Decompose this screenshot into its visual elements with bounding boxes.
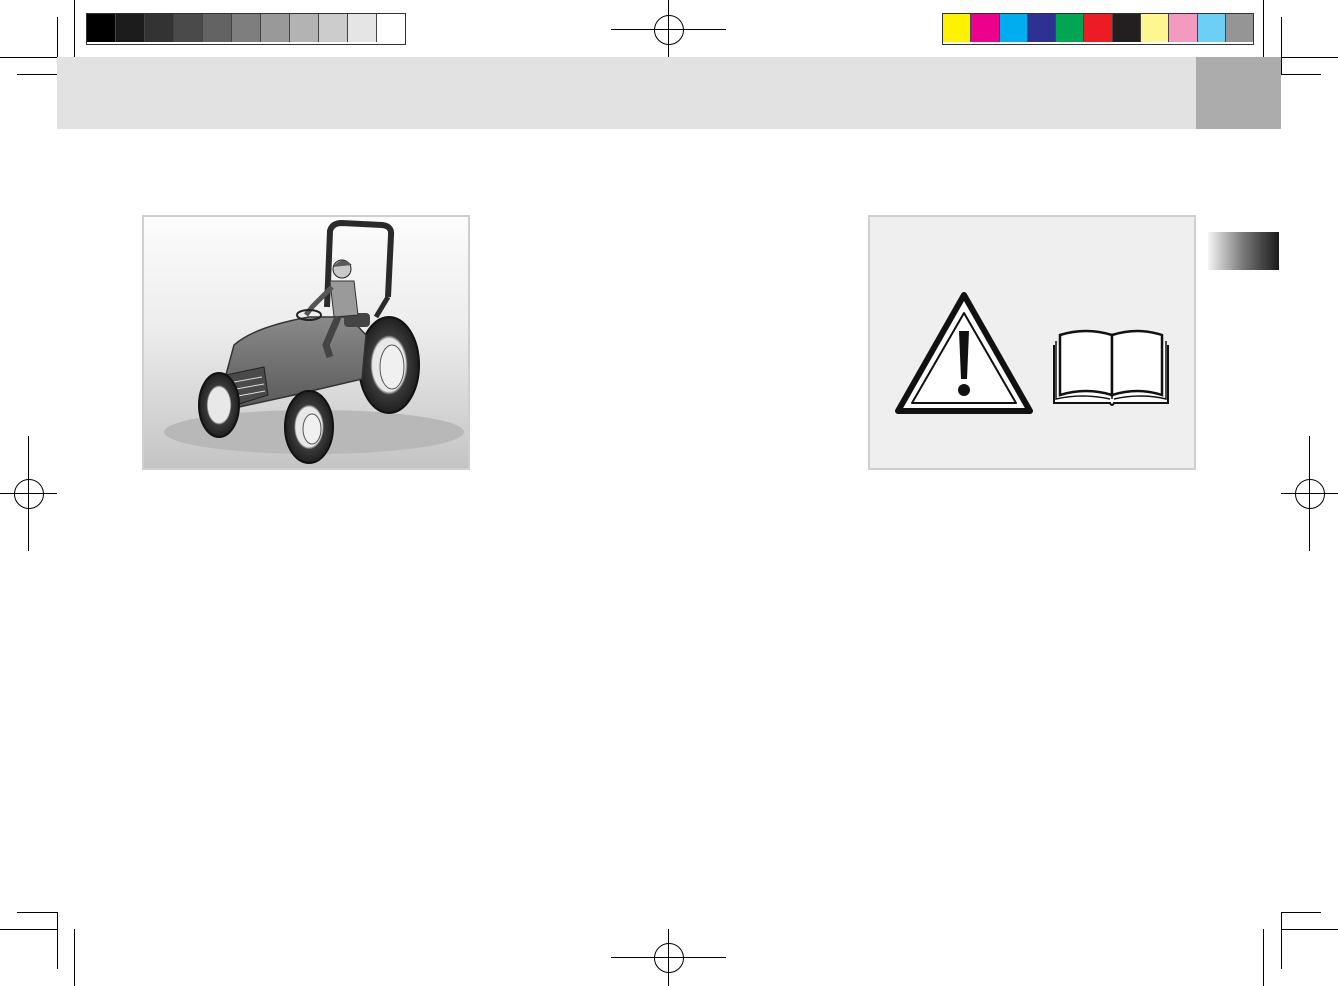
color-swatch [971, 14, 1000, 42]
crop-mark [1281, 912, 1321, 913]
crop-mark [74, 929, 75, 986]
crop-mark [0, 57, 57, 58]
crop-mark [1281, 17, 1282, 74]
color-calibration-bar [942, 13, 1255, 45]
grayscale-swatch [319, 14, 348, 42]
crop-mark [17, 74, 57, 75]
grayscale-swatch [145, 14, 174, 42]
color-swatch [1141, 14, 1170, 42]
grayscale-swatch [348, 14, 377, 42]
header-tab [1196, 57, 1281, 129]
color-swatch [1197, 14, 1226, 42]
crop-mark [1281, 912, 1282, 969]
grayscale-swatch [87, 14, 116, 42]
crop-mark [1263, 0, 1264, 57]
crop-mark [17, 912, 57, 913]
warning-triangle-icon [895, 292, 1033, 414]
registration-circle-right [1295, 479, 1325, 509]
color-swatch [1056, 14, 1085, 42]
safety-warning-figure [868, 215, 1196, 470]
grayscale-swatch [116, 14, 145, 42]
registration-circle-bottom [654, 943, 684, 973]
safety-symbols [895, 292, 1169, 414]
crop-mark [74, 0, 75, 57]
color-swatch [1027, 14, 1057, 42]
crop-mark [1281, 57, 1338, 58]
grayscale-swatch [261, 14, 290, 42]
grayscale-swatch [377, 14, 405, 42]
registration-circle-top [654, 15, 684, 45]
tractor-figure [142, 215, 470, 470]
crop-mark [1281, 929, 1338, 930]
crop-mark [57, 912, 58, 969]
grayscale-calibration-bar [86, 13, 406, 45]
registration-circle-left [14, 479, 44, 509]
color-swatch [1225, 14, 1254, 42]
grayscale-swatch [232, 14, 261, 42]
crop-mark [0, 929, 57, 930]
color-swatch [1084, 14, 1113, 42]
color-swatch [1112, 14, 1142, 42]
open-book-icon [1053, 329, 1169, 406]
grayscale-swatch [203, 14, 232, 42]
color-swatch [1169, 14, 1198, 42]
grayscale-swatch [174, 14, 203, 42]
grayscale-swatch [290, 14, 319, 42]
crop-mark [1281, 74, 1321, 75]
color-swatch [943, 14, 972, 42]
header-band [57, 57, 1196, 129]
tractor-with-operator-illustration [164, 219, 464, 464]
color-swatch [999, 14, 1028, 42]
section-thumb-tab [1208, 232, 1279, 270]
crop-mark [1263, 929, 1264, 986]
